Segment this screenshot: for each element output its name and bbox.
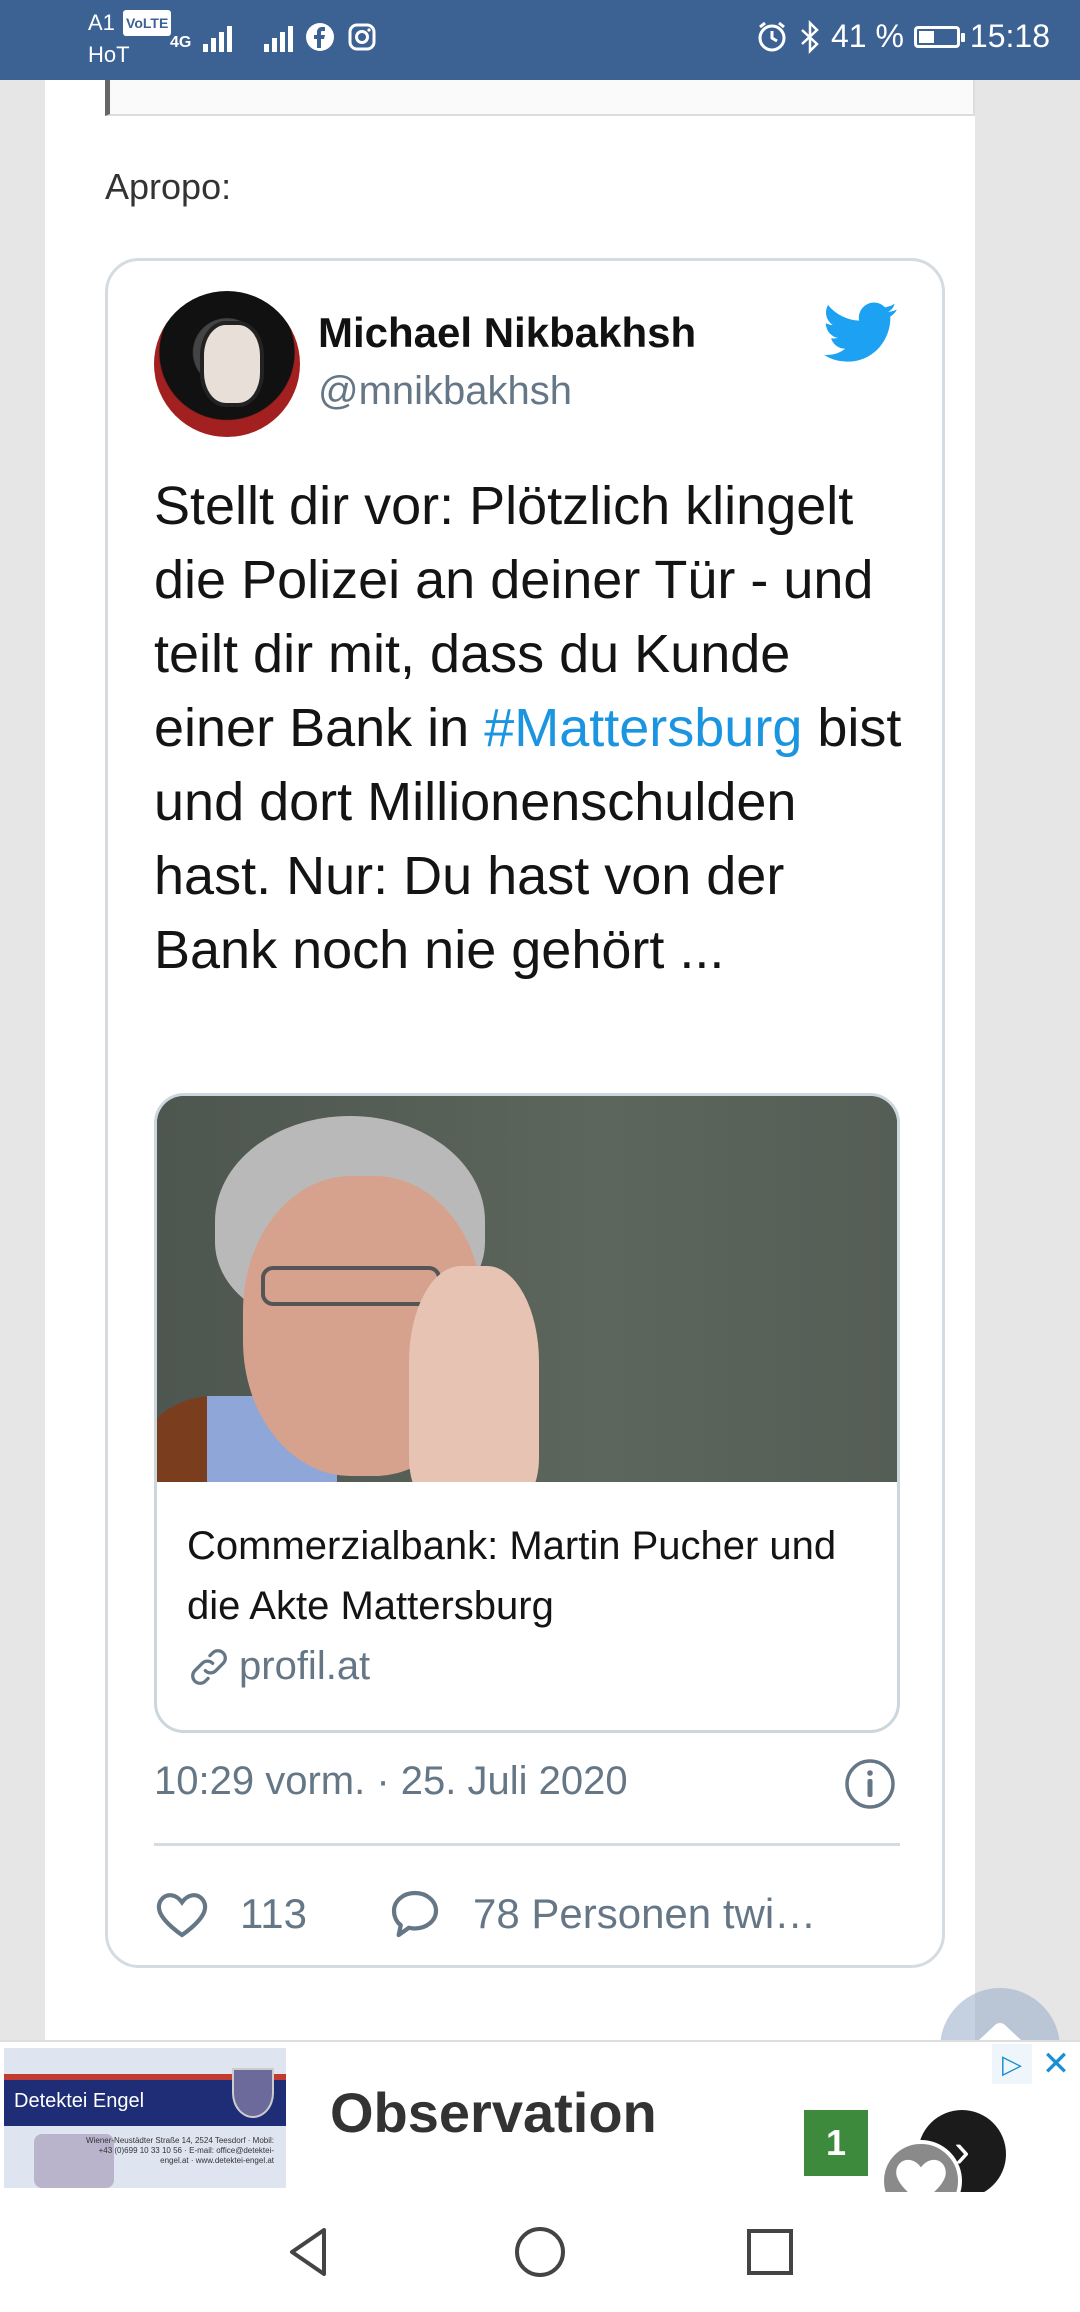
ad-crest-logo [232, 2068, 274, 2118]
ad-title[interactable]: Observation [330, 2080, 657, 2145]
embedded-tweet[interactable]: Michael Nikbakhsh @mnikbakhsh Stellt dir… [105, 258, 945, 1968]
bluetooth-icon [801, 19, 819, 54]
signal-icon [203, 22, 233, 52]
previous-quote-block [105, 80, 975, 116]
like-count: 113 [240, 1890, 307, 1937]
link-preview-domain[interactable]: profil.at [187, 1644, 370, 1689]
twitter-bird-icon[interactable] [824, 301, 898, 365]
link-domain-text: profil.at [239, 1644, 371, 1688]
carrier-info: A1 VoLTE HoT [88, 10, 172, 68]
status-bar: A1 VoLTE HoT 4G 41 % 15:18 [0, 0, 1080, 80]
ad-choices-icon[interactable]: ▷ [992, 2044, 1032, 2084]
ad-banner[interactable]: Detektei Engel Wiener-Neustädter Straße … [0, 2040, 1080, 2222]
facebook-icon [306, 23, 335, 51]
clock: 15:18 [969, 18, 1050, 54]
heart-icon[interactable] [154, 1886, 210, 1942]
link-preview-card[interactable]: Commerzialbank: Martin Pucher und die Ak… [154, 1093, 900, 1733]
back-icon[interactable] [280, 2222, 340, 2282]
ad-image-address: Wiener-Neustädter Straße 14, 2524 Teesdo… [86, 2136, 274, 2165]
link-preview-title[interactable]: Commerzialbank: Martin Pucher und die Ak… [187, 1516, 877, 1636]
tweet-actions: 113 78 Personen twi… [154, 1879, 914, 1949]
like-action[interactable]: 113 [154, 1886, 307, 1942]
system-navigation-bar [0, 2192, 1080, 2312]
tweet-author-handle[interactable]: @mnikbakhsh [318, 369, 572, 414]
comment-icon[interactable] [387, 1886, 443, 1942]
network-type: 4G [170, 34, 192, 51]
status-left-icons: 4G [170, 22, 377, 52]
link-icon [191, 1648, 227, 1685]
info-icon[interactable] [844, 1758, 896, 1810]
home-icon[interactable] [510, 2222, 570, 2282]
volte-badge: VoLTE [123, 10, 172, 36]
apropo-label: Apropo: [105, 166, 232, 207]
recents-icon[interactable] [740, 2222, 800, 2282]
hashtag-link[interactable]: #Mattersburg [484, 698, 802, 758]
battery-icon [913, 25, 965, 48]
tweet-author-name[interactable]: Michael Nikbakhsh [318, 309, 696, 357]
alarm-icon [758, 21, 786, 51]
carrier-name: A1 [88, 10, 115, 35]
tweet-divider [154, 1843, 900, 1846]
tweet-text: Stellt dir vor: Plötzlich klingelt die P… [154, 469, 914, 987]
battery-percent: 41 % [830, 18, 904, 54]
status-right-icons: 41 % 15:18 [755, 18, 1050, 55]
carrier-secondary: HoT [88, 42, 130, 67]
reply-action[interactable]: 78 Personen twi… [387, 1886, 816, 1942]
ad-close-button[interactable]: ✕ [1036, 2044, 1076, 2084]
link-preview-image[interactable] [157, 1096, 897, 1482]
ad-image-brand: Detektei Engel [14, 2090, 145, 2112]
signal-icon-2 [264, 22, 294, 52]
reply-label: 78 Personen twi… [472, 1890, 817, 1937]
ad-image[interactable]: Detektei Engel Wiener-Neustädter Straße … [4, 2048, 286, 2188]
ad-badge[interactable]: 1 [804, 2110, 868, 2176]
battery-fill [918, 30, 934, 43]
avatar[interactable] [154, 291, 300, 437]
instagram-icon [348, 23, 376, 51]
tweet-timestamp[interactable]: 10:29 vorm. · 25. Juli 2020 [154, 1759, 628, 1804]
